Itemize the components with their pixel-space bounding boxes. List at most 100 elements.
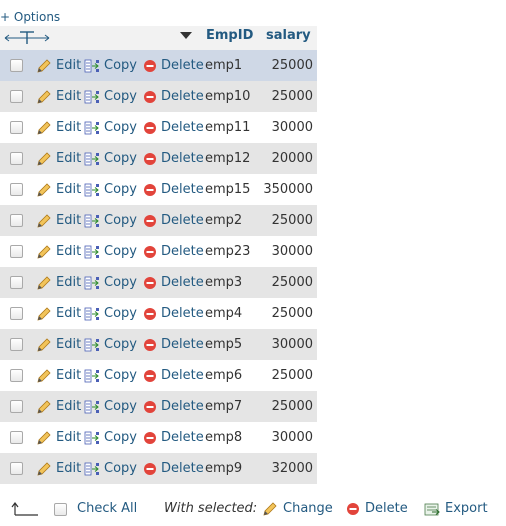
copy-row-button[interactable]: Copy (84, 275, 137, 290)
copy-row-button[interactable]: Copy (84, 337, 137, 352)
check-all-checkbox[interactable] (54, 503, 67, 516)
cell-salary[interactable]: 25000 (272, 399, 313, 414)
delete-row-button[interactable]: Delete (143, 337, 204, 352)
copy-row-button[interactable]: Copy (84, 306, 137, 321)
column-resize-control[interactable] (3, 30, 51, 46)
table-row[interactable]: Edit Copy Delete emp7 25000 (0, 391, 317, 422)
table-row[interactable]: Edit Copy Delete emp8 30000 (0, 422, 317, 453)
delete-row-button[interactable]: Delete (143, 151, 204, 166)
delete-row-button[interactable]: Delete (143, 306, 204, 321)
cell-empid[interactable]: emp6 (205, 368, 242, 383)
row-checkbox[interactable] (10, 276, 23, 289)
cell-empid[interactable]: emp4 (205, 306, 242, 321)
cell-salary[interactable]: 25000 (272, 213, 313, 228)
row-checkbox[interactable] (10, 152, 23, 165)
table-row[interactable]: Edit Copy Delete emp23 30000 (0, 236, 317, 267)
delete-row-button[interactable]: Delete (143, 58, 204, 73)
cell-empid[interactable]: emp8 (205, 430, 242, 445)
row-checkbox[interactable] (10, 183, 23, 196)
delete-row-button[interactable]: Delete (143, 213, 204, 228)
copy-row-button[interactable]: Copy (84, 461, 137, 476)
row-checkbox[interactable] (10, 121, 23, 134)
cell-salary[interactable]: 25000 (272, 89, 313, 104)
change-selected-button[interactable]: Change (262, 501, 333, 516)
row-checkbox[interactable] (10, 59, 23, 72)
edit-row-button[interactable]: Edit (36, 182, 81, 197)
table-row[interactable]: Edit Copy Delete emp3 25000 (0, 267, 317, 298)
cell-empid[interactable]: emp5 (205, 337, 242, 352)
row-checkbox[interactable] (10, 90, 23, 103)
edit-row-button[interactable]: Edit (36, 213, 81, 228)
copy-row-button[interactable]: Copy (84, 151, 137, 166)
column-header-salary[interactable]: salary (266, 28, 311, 43)
copy-row-button[interactable]: Copy (84, 89, 137, 104)
cell-salary[interactable]: 32000 (272, 461, 313, 476)
delete-row-button[interactable]: Delete (143, 89, 204, 104)
cell-salary[interactable]: 350000 (263, 182, 313, 197)
export-selected-button[interactable]: Export (424, 501, 488, 516)
cell-salary[interactable]: 25000 (272, 368, 313, 383)
table-row[interactable]: Edit Copy Delete emp10 25000 (0, 81, 317, 112)
delete-row-button[interactable]: Delete (143, 399, 204, 414)
cell-salary[interactable]: 30000 (272, 244, 313, 259)
cell-empid[interactable]: emp1 (205, 58, 242, 73)
cell-empid[interactable]: emp7 (205, 399, 242, 414)
edit-row-button[interactable]: Edit (36, 89, 81, 104)
cell-salary[interactable]: 25000 (272, 275, 313, 290)
row-checkbox[interactable] (10, 462, 23, 475)
copy-row-button[interactable]: Copy (84, 120, 137, 135)
edit-row-button[interactable]: Edit (36, 337, 81, 352)
row-checkbox[interactable] (10, 369, 23, 382)
row-checkbox[interactable] (10, 214, 23, 227)
table-row[interactable]: Edit Copy Delete emp4 25000 (0, 298, 317, 329)
edit-row-button[interactable]: Edit (36, 151, 81, 166)
table-row[interactable]: Edit Copy Delete emp15 350000 (0, 174, 317, 205)
column-header-empid[interactable]: EmpID (206, 28, 253, 43)
table-row[interactable]: Edit Copy Delete emp2 25000 (0, 205, 317, 236)
cell-empid[interactable]: emp15 (205, 182, 250, 197)
table-row[interactable]: Edit Copy Delete emp12 20000 (0, 143, 317, 174)
edit-row-button[interactable]: Edit (36, 120, 81, 135)
cell-empid[interactable]: emp10 (205, 89, 250, 104)
cell-empid[interactable]: emp23 (205, 244, 250, 259)
table-row[interactable]: Edit Copy Delete emp5 30000 (0, 329, 317, 360)
table-row[interactable]: Edit Copy Delete emp6 25000 (0, 360, 317, 391)
row-checkbox[interactable] (10, 245, 23, 258)
cell-empid[interactable]: emp3 (205, 275, 242, 290)
row-checkbox[interactable] (10, 338, 23, 351)
cell-empid[interactable]: emp2 (205, 213, 242, 228)
edit-row-button[interactable]: Edit (36, 430, 81, 445)
row-checkbox[interactable] (10, 400, 23, 413)
cell-salary[interactable]: 25000 (272, 306, 313, 321)
cell-salary[interactable]: 30000 (272, 337, 313, 352)
table-row[interactable]: Edit Copy Delete emp1 25000 (0, 50, 317, 81)
cell-empid[interactable]: emp12 (205, 151, 250, 166)
copy-row-button[interactable]: Copy (84, 58, 137, 73)
delete-row-button[interactable]: Delete (143, 120, 204, 135)
delete-row-button[interactable]: Delete (143, 461, 204, 476)
cell-salary[interactable]: 30000 (272, 430, 313, 445)
row-checkbox[interactable] (10, 307, 23, 320)
delete-row-button[interactable]: Delete (143, 275, 204, 290)
delete-row-button[interactable]: Delete (143, 368, 204, 383)
edit-row-button[interactable]: Edit (36, 275, 81, 290)
delete-row-button[interactable]: Delete (143, 430, 204, 445)
delete-row-button[interactable]: Delete (143, 182, 204, 197)
copy-row-button[interactable]: Copy (84, 368, 137, 383)
options-link[interactable]: + Options (0, 9, 60, 25)
delete-row-button[interactable]: Delete (143, 244, 204, 259)
cell-empid[interactable]: emp9 (205, 461, 242, 476)
row-checkbox[interactable] (10, 431, 23, 444)
copy-row-button[interactable]: Copy (84, 430, 137, 445)
check-all-label[interactable]: Check All (77, 501, 137, 516)
copy-row-button[interactable]: Copy (84, 244, 137, 259)
copy-row-button[interactable]: Copy (84, 213, 137, 228)
cell-salary[interactable]: 20000 (272, 151, 313, 166)
cell-empid[interactable]: emp11 (205, 120, 250, 135)
delete-selected-button[interactable]: Delete (346, 501, 408, 516)
table-row[interactable]: Edit Copy Delete emp9 32000 (0, 453, 317, 484)
copy-row-button[interactable]: Copy (84, 182, 137, 197)
edit-row-button[interactable]: Edit (36, 58, 81, 73)
cell-salary[interactable]: 30000 (272, 120, 313, 135)
cell-salary[interactable]: 25000 (272, 58, 313, 73)
